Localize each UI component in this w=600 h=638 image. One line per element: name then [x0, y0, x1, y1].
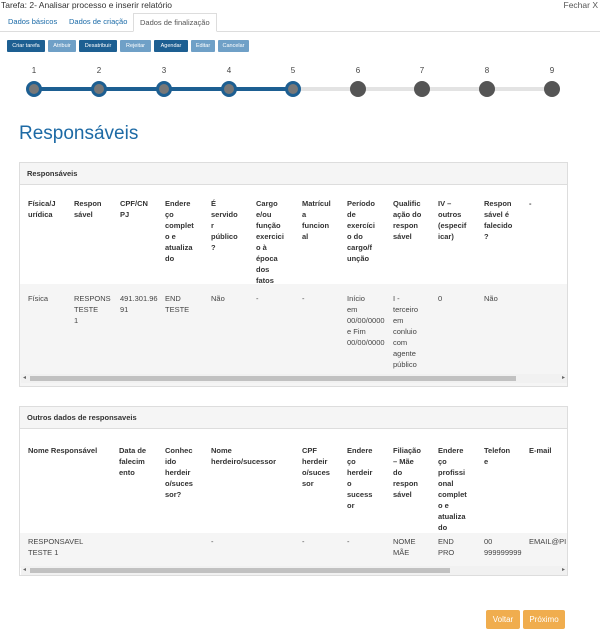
- column-header-2: Respon sável: [74, 199, 102, 219]
- tab-dados-criacao[interactable]: Dados de criação: [63, 13, 133, 32]
- table-cell-1: Física: [28, 294, 49, 303]
- column-header-7: Matrícul a funcion al: [302, 199, 331, 241]
- tab-dados-finalizacao[interactable]: Dados de finalização: [133, 13, 217, 32]
- column-header-12: -: [529, 199, 532, 208]
- step-node-2[interactable]: [91, 81, 107, 97]
- column-header-5: É servido r público ?: [211, 199, 238, 252]
- column-header-7: Filiação – Mãe do respon sável: [393, 446, 421, 499]
- step-number-5: 5: [290, 66, 296, 75]
- table-cell-7: -: [302, 294, 305, 303]
- table-cell-9: 00 999999999: [484, 537, 522, 557]
- step-number-9: 9: [549, 66, 555, 75]
- rejeitar-button[interactable]: Rejeitar: [120, 40, 151, 52]
- step-number-1: 1: [31, 66, 37, 75]
- responsaveis-panel: Responsáveis Física/J urídica Respon sáve…: [19, 162, 568, 387]
- table-cell-1: RESPONSAVEL TESTE 1: [28, 537, 84, 557]
- close-button[interactable]: Fechar X: [564, 0, 599, 10]
- table-cell-6: -: [347, 537, 350, 546]
- table-cell-4: END TESTE: [165, 294, 190, 314]
- table-cell-5: -: [302, 537, 305, 546]
- column-header-10: IV – outros (especif icar): [438, 199, 467, 241]
- column-header-1: Nome Responsável: [28, 446, 98, 455]
- table-cell-6: -: [256, 294, 259, 303]
- step-node-9[interactable]: [544, 81, 560, 97]
- column-header-1: Física/J urídica: [28, 199, 56, 219]
- table-cell-10: 0: [438, 294, 443, 303]
- column-header-8: Endere ço profissi onal complet o e atua…: [438, 446, 467, 532]
- outros-dados-hscrollbar[interactable]: ◂ ▸: [21, 566, 567, 575]
- outros-dados-panel: Outros dados de responsaveis Nome Respon…: [19, 406, 568, 576]
- step-node-5[interactable]: [285, 81, 301, 97]
- scroll-right-icon[interactable]: ▸: [562, 374, 565, 383]
- responsaveis-panel-title: Responsáveis: [20, 163, 567, 185]
- table-cell-10: EMAIL@PI: [529, 537, 567, 546]
- tab-bar: Dados básicos Dados de criação Dados de …: [0, 11, 600, 32]
- table-cell-7: NOME MÃE: [393, 537, 416, 557]
- column-header-3: CPF/CN PJ: [120, 199, 148, 219]
- scroll-left-icon[interactable]: ◂: [23, 374, 26, 383]
- scrollbar-thumb[interactable]: [30, 376, 516, 381]
- step-node-6[interactable]: [350, 81, 366, 97]
- criar-tarefa-button[interactable]: Criar tarefa: [7, 40, 45, 52]
- voltar-button[interactable]: Voltar: [486, 610, 520, 629]
- agendar-button[interactable]: Agendar: [154, 40, 188, 52]
- table-cell-4: -: [211, 537, 214, 546]
- page-title: Responsáveis: [19, 123, 139, 144]
- step-number-7: 7: [419, 66, 425, 75]
- step-node-4[interactable]: [221, 81, 237, 97]
- column-header-9: Telefon e: [484, 446, 511, 466]
- step-number-4: 4: [226, 66, 232, 75]
- scroll-right-icon[interactable]: ▸: [562, 566, 565, 575]
- cancelar-button[interactable]: Cancelar: [218, 40, 249, 52]
- column-header-8: Período de exercíci o do cargo/f unção: [347, 199, 375, 263]
- responsaveis-hscrollbar[interactable]: ◂ ▸: [21, 374, 567, 383]
- editar-button[interactable]: Editar: [191, 40, 215, 52]
- column-header-10: E-mail: [529, 446, 552, 455]
- table-cell-3: 491.301.96 91: [120, 294, 158, 314]
- table-cell-11: Não: [484, 294, 498, 303]
- desatribuir-button[interactable]: Desatribuir: [79, 40, 117, 52]
- table-cell-2: RESPONS TESTE 1: [74, 294, 111, 325]
- step-number-2: 2: [96, 66, 102, 75]
- step-number-6: 6: [355, 66, 361, 75]
- column-header-4: Nome herdeiro/sucessor: [211, 446, 277, 466]
- task-title: Tarefa: 2- Analisar processo e inserir r…: [1, 0, 173, 10]
- column-header-2: Data de falecim ento: [119, 446, 147, 477]
- column-header-6: Cargo e/ou função exercici o à época dos…: [256, 199, 284, 285]
- scrollbar-thumb[interactable]: [30, 568, 450, 573]
- progress-stepper: 1 2 3 4 5 6 7 8 9: [0, 62, 600, 102]
- outros-dados-panel-title: Outros dados de responsaveis: [20, 407, 567, 429]
- step-node-3[interactable]: [156, 81, 172, 97]
- step-number-8: 8: [484, 66, 490, 75]
- column-header-9: Qualific ação do respon sável: [393, 199, 422, 241]
- scroll-left-icon[interactable]: ◂: [23, 566, 26, 575]
- top-bar: Tarefa: 2- Analisar processo e inserir r…: [0, 0, 600, 11]
- table-cell-8: Início em 00/00/0000 e Fim 00/00/0000: [347, 294, 385, 347]
- step-node-1[interactable]: [26, 81, 42, 97]
- step-number-3: 3: [161, 66, 167, 75]
- column-header-3: Conhec ido herdeir o/suces sor?: [165, 446, 193, 499]
- table-cell-5: Não: [211, 294, 225, 303]
- column-header-11: Respon sável é falecido ?: [484, 199, 513, 241]
- column-header-4: Endere ço complet o e atualiza do: [165, 199, 194, 263]
- atribuir-button[interactable]: Atribuir: [48, 40, 76, 52]
- tab-dados-basicos[interactable]: Dados básicos: [2, 13, 63, 32]
- table-cell-9: I - terceiro em conluio com agente públi…: [393, 294, 419, 369]
- proximo-button[interactable]: Próximo: [523, 610, 565, 629]
- column-header-5: CPF herdeir o/suces sor: [302, 446, 330, 488]
- step-node-8[interactable]: [479, 81, 495, 97]
- table-cell-8: END PRO: [438, 537, 455, 557]
- step-node-7[interactable]: [414, 81, 430, 97]
- column-header-6: Endere ço herdeir o sucess or: [347, 446, 373, 510]
